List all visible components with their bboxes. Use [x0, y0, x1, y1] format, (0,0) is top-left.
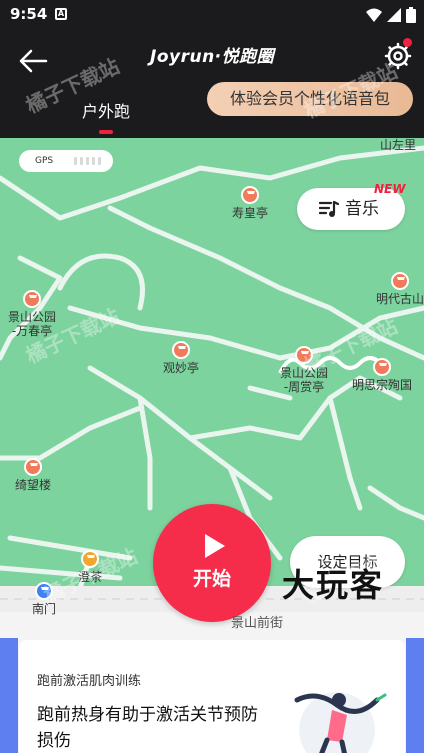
poi-label: 寿皇亭 — [232, 206, 269, 220]
gps-signal-badge: GPS — [19, 150, 113, 172]
poi-label: 明思宗殉国 — [352, 378, 413, 392]
pavilion-icon — [24, 458, 42, 476]
battery-icon — [406, 7, 416, 23]
poi-label: 明代古山 — [376, 292, 424, 306]
music-note-icon — [319, 200, 339, 217]
status-time: 9:54 — [10, 5, 48, 23]
poi-label: 南门 — [32, 602, 57, 616]
poi-marker[interactable]: 景山公园 -万春亭 — [8, 290, 56, 338]
pavilion-icon — [241, 186, 259, 204]
poi-label: 景山公园 -周赏亭 — [280, 366, 329, 394]
poi-marker[interactable]: 寿皇亭 — [232, 186, 268, 220]
card-subtitle: 跑前激活肌肉训练 — [37, 674, 142, 689]
poi-marker[interactable]: 观妙亭 — [163, 341, 199, 375]
back-arrow-icon[interactable] — [18, 48, 48, 74]
poi-label: 观妙亭 — [163, 361, 200, 375]
stretching-woman-illustration — [294, 692, 387, 753]
poi-marker[interactable]: 澄茶 — [78, 550, 102, 584]
status-icons — [366, 7, 416, 23]
app-logo: Joyrun·悦跑圈 — [150, 47, 275, 67]
poi-marker[interactable]: 明代古山 — [376, 272, 424, 306]
signal-icon — [387, 8, 401, 22]
pavilion-icon — [373, 358, 391, 376]
status-bar: 9:54 A — [0, 0, 424, 30]
poi-label: 绮望楼 — [15, 478, 52, 492]
pavilion-icon — [23, 290, 41, 308]
start-run-button[interactable]: 开始 — [153, 504, 271, 622]
start-label: 开始 — [192, 568, 231, 590]
pavilion-icon — [391, 272, 409, 290]
card-title: 跑前热身有助于激活关节预防损伤 — [37, 705, 258, 751]
poi-marker[interactable]: 绮望楼 — [15, 458, 51, 492]
app-notification-icon: A — [55, 8, 67, 20]
cafe-icon — [81, 550, 99, 568]
poi-label: 澄茶 — [78, 570, 103, 584]
pavilion-icon — [172, 341, 190, 359]
play-icon — [205, 534, 225, 558]
poi-marker[interactable]: 景山公园 -周赏亭 — [280, 346, 328, 394]
gate-icon — [35, 582, 53, 600]
street-label: 景山前街 — [231, 616, 284, 631]
warmup-card[interactable]: 跑前激活肌肉训练 跑前热身有助于激活关节预防损伤 — [19, 640, 405, 753]
tab-indicator — [99, 130, 113, 134]
wifi-icon — [366, 8, 382, 22]
tab-outdoor-run[interactable]: 户外跑 — [82, 98, 130, 122]
voice-pack-banner[interactable]: 体验会员个性化语音包 — [207, 82, 413, 116]
music-label: 音乐 — [345, 199, 379, 219]
pavilion-icon — [295, 346, 313, 364]
header: Joyrun·悦跑圈 户外跑 体验会员个性化语音包 — [0, 30, 424, 138]
poi-marker[interactable]: 明思宗殉国 — [352, 358, 412, 392]
new-badge: NEW — [374, 182, 406, 196]
notification-dot — [403, 38, 412, 47]
gps-signal-bars — [74, 157, 101, 165]
poi-marker[interactable]: 山左里 — [380, 138, 416, 152]
poi-label: 山左里 — [380, 138, 417, 152]
poi-marker[interactable]: 南门 — [32, 582, 56, 616]
gps-label: GPS — [35, 156, 54, 166]
brand-watermark: 大玩客 — [282, 566, 385, 604]
poi-label: 景山公园 -万春亭 — [8, 310, 57, 338]
map-view[interactable]: GPS 寿皇亭 景山公园 -万春亭 观妙亭 景山公园 -周赏亭 明思宗殉国 明代… — [0, 138, 424, 753]
